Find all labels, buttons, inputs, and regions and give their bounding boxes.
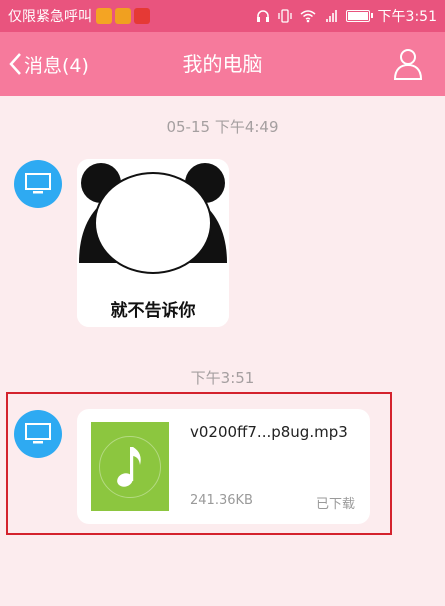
message-timestamp: 下午3:51 <box>190 369 255 387</box>
notification-icons <box>96 8 150 24</box>
sticker-caption: 就不告诉你 <box>110 301 196 321</box>
carrier-text: 仅限紧急呼叫 <box>8 9 92 25</box>
page-title: 我的电脑 <box>182 52 263 76</box>
clock-text: 下午3:51 <box>377 9 437 25</box>
battery-icon <box>345 10 373 22</box>
weibo-notification-icon <box>134 8 150 24</box>
sticker-message[interactable]: 就不告诉你 <box>77 159 229 327</box>
app-notification-icon <box>115 8 131 24</box>
browser-notification-icon <box>96 8 112 24</box>
avatar[interactable] <box>14 160 62 208</box>
highlight-box <box>6 392 392 535</box>
wifi-icon <box>300 10 316 23</box>
top-nav-bar: 消息(4) 我的电脑 <box>0 32 445 96</box>
profile-button[interactable] <box>393 47 423 85</box>
status-bar: 仅限紧急呼叫 下午3:51 <box>0 0 445 32</box>
message-timestamp: 05-15 下午4:49 <box>166 118 279 136</box>
vibrate-icon <box>277 9 292 23</box>
computer-icon <box>25 173 51 194</box>
signal-icon <box>325 10 337 22</box>
user-icon <box>393 49 423 80</box>
headset-icon <box>256 10 269 22</box>
